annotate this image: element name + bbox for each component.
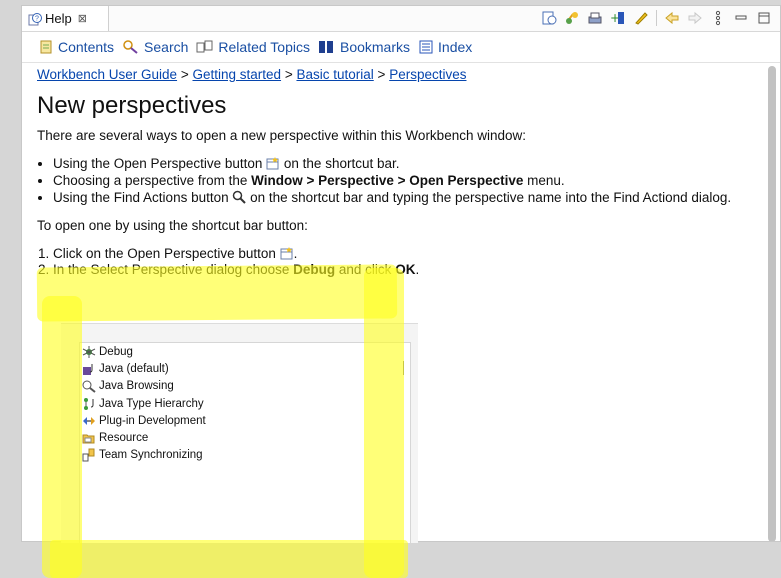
search-icon	[123, 40, 138, 54]
breadcrumb-link[interactable]: Getting started	[192, 67, 281, 82]
list-item-label: Plug-in Development	[99, 414, 206, 427]
step-text: and click	[335, 262, 396, 277]
list-item-label: Team Synchronizing	[99, 449, 203, 462]
maximize-icon[interactable]	[756, 10, 772, 26]
open-perspective-icon	[280, 247, 293, 260]
step-item: In the Select Perspective dialog choose …	[53, 262, 747, 278]
nav-search-label: Search	[144, 39, 189, 55]
minimize-icon[interactable]	[733, 10, 749, 26]
svg-text:?: ?	[35, 15, 39, 22]
list-item: Plug-in Development	[80, 412, 410, 429]
scrollbar-thumb[interactable]	[768, 66, 776, 541]
list-text: on the shortcut bar.	[280, 156, 400, 171]
tab-help[interactable]: ? Help ⊠	[22, 6, 109, 31]
nav-contents-label: Contents	[58, 39, 115, 55]
perspective-list: Debug Java (default) Java Browsing Java …	[79, 342, 411, 544]
list-text: menu.	[523, 173, 565, 188]
nav-contents[interactable]: Contents	[38, 39, 114, 55]
steps-list: Click on the Open Perspective button . I…	[37, 246, 747, 278]
java-browsing-icon	[82, 380, 96, 394]
view-tab-bar: ? Help ⊠ +	[22, 6, 780, 32]
step-emphasis: Debug	[293, 262, 336, 277]
list-item: Using the Find Actions button on the sho…	[53, 190, 747, 206]
step-text: .	[293, 246, 298, 261]
list-item: Java Type Hierarchy	[80, 395, 410, 412]
list-item: Team Synchronizing	[80, 447, 410, 464]
step-text: .	[415, 262, 420, 277]
forward-icon[interactable]	[687, 10, 703, 26]
list-text: Using the Open Perspective button	[53, 156, 263, 171]
highlight-stroke	[50, 540, 408, 578]
type-hierarchy-icon	[84, 397, 94, 410]
list-item-label: Java Type Hierarchy	[99, 397, 204, 410]
nav-index[interactable]: Index	[418, 39, 472, 55]
list-item: Resource	[80, 429, 410, 446]
find-actions-icon	[233, 190, 247, 204]
ways-list: Using the Open Perspective button on the…	[37, 156, 747, 206]
toolbar-separator	[656, 10, 657, 26]
nav-related-topics[interactable]: Related Topics	[196, 39, 310, 55]
breadcrumb: Workbench User Guide > Getting started >…	[37, 67, 466, 82]
list-item-label: Resource	[99, 432, 149, 445]
show-in-contents-icon[interactable]	[541, 10, 557, 26]
breadcrumb-separator: >	[180, 67, 189, 82]
nav-related-topics-label: Related Topics	[218, 39, 310, 55]
intro-text: There are several ways to open a new per…	[37, 128, 526, 143]
breadcrumb-link[interactable]: Basic tutorial	[296, 67, 373, 82]
nav-bookmarks-label: Bookmarks	[339, 39, 411, 55]
back-icon[interactable]	[664, 10, 680, 26]
nav-index-label: Index	[438, 39, 473, 55]
step-text: In the Select Perspective dialog choose	[53, 262, 294, 277]
breadcrumb-link[interactable]: Perspectives	[389, 67, 466, 82]
list-item: Java Browsing	[80, 378, 410, 395]
nav-divider	[22, 62, 780, 63]
help-icon: ?	[28, 12, 42, 25]
java-icon	[83, 363, 93, 375]
nav-bookmarks[interactable]: Bookmarks	[318, 39, 410, 55]
text-cursor	[403, 361, 404, 375]
breadcrumb-separator: >	[284, 67, 293, 82]
help-content: New perspectives There are several ways …	[37, 90, 747, 278]
list-item: Choosing a perspective from the Window >…	[53, 173, 747, 189]
step-text: Click on the Open Perspective button	[53, 246, 276, 261]
view-toolbar: +	[541, 10, 772, 26]
list-item: Using the Open Perspective button on the…	[53, 156, 747, 172]
list-text: Choosing a perspective from the	[53, 173, 252, 188]
list-item: Java (default)	[80, 360, 410, 377]
step-item: Click on the Open Perspective button .	[53, 246, 747, 262]
vertical-scrollbar[interactable]	[767, 64, 777, 541]
debug-icon	[82, 345, 96, 358]
breadcrumb-link[interactable]: Workbench User Guide	[37, 67, 177, 82]
page-title: New perspectives	[37, 92, 227, 119]
bookmark-add-icon[interactable]: +	[610, 10, 626, 26]
related-topics-icon	[196, 40, 213, 53]
list-item-label: Debug	[99, 345, 133, 358]
plugin-icon	[83, 416, 95, 425]
step-emphasis: OK	[395, 262, 416, 277]
highlight-icon[interactable]	[633, 10, 649, 26]
list-text: Using the Find Actions button	[53, 190, 229, 205]
bookmarks-icon	[318, 41, 333, 53]
select-perspective-dialog-image: Debug Java (default) Java Browsing Java …	[61, 323, 418, 544]
list-item: Debug	[80, 343, 410, 360]
nav-search[interactable]: Search	[122, 39, 188, 55]
team-sync-icon	[82, 448, 95, 462]
breadcrumb-separator: >	[377, 67, 386, 82]
tab-label: Help	[45, 11, 72, 26]
view-menu-icon[interactable]	[710, 10, 726, 26]
close-icon[interactable]: ⊠	[78, 12, 87, 25]
shortcut-intro: To open one by using the shortcut bar bu…	[37, 218, 308, 233]
menu-path: Window > Perspective > Open Perspective	[251, 173, 524, 188]
list-text: on the shortcut bar and typing the persp…	[246, 190, 732, 205]
list-item-label: Java Browsing	[99, 380, 174, 393]
open-perspective-icon	[266, 157, 279, 170]
list-item-label: Java (default)	[99, 362, 169, 375]
link-with-contents-icon[interactable]	[564, 10, 580, 26]
contents-icon	[40, 40, 52, 54]
print-icon[interactable]	[587, 10, 603, 26]
resource-icon	[82, 434, 95, 444]
help-nav-bar: Contents Search Related Topics Bookmarks…	[38, 39, 480, 55]
index-icon	[419, 40, 433, 54]
